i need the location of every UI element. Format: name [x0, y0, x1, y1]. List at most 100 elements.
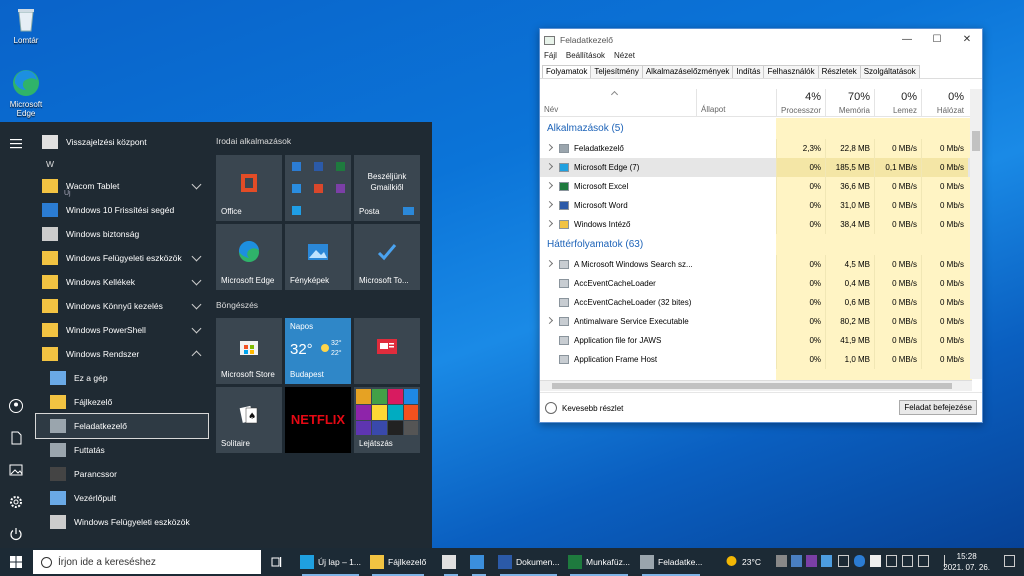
app-list-item[interactable]: Ez a gép — [36, 366, 208, 390]
end-task-button[interactable]: Feladat befejezése — [899, 400, 977, 415]
column-status[interactable]: Állapot — [696, 89, 776, 117]
minimize-button[interactable]: — — [892, 29, 922, 51]
process-row[interactable]: Microsoft Excel 0% 36,6 MB 0 MB/s 0 Mb/s — [540, 177, 972, 196]
process-row[interactable]: Feladatkezelő 2,3% 22,8 MB 0 MB/s 0 Mb/s — [540, 139, 972, 158]
chevron-right-icon[interactable] — [545, 316, 554, 325]
tile-play[interactable]: Lejátszás — [354, 387, 420, 453]
chevron-down-icon[interactable] — [191, 323, 202, 334]
hamburger-icon[interactable] — [8, 136, 24, 152]
documents-icon[interactable] — [8, 430, 24, 446]
user-icon[interactable] — [8, 398, 24, 414]
defender-icon[interactable] — [870, 555, 881, 567]
chevron-right-icon[interactable] — [545, 162, 554, 171]
column-name[interactable]: Név — [544, 105, 558, 114]
app-list-item[interactable]: Windows Rendszer — [36, 342, 208, 366]
app-list-item[interactable]: Windows biztonság — [36, 222, 208, 246]
tray-app-icon[interactable] — [886, 555, 897, 567]
taskbar-app-button[interactable] — [442, 548, 460, 576]
app-list-item[interactable]: Windows 10 Frissítési segéd — [36, 198, 208, 222]
process-row[interactable]: Antimalware Service Executable 0% 80,2 MB 0… — [540, 312, 972, 331]
app-list-item[interactable]: Vezérlőpult — [36, 486, 208, 510]
chevron-down-icon[interactable] — [191, 275, 202, 286]
menu-view[interactable]: Nézet — [614, 51, 635, 65]
tab-performance[interactable]: Teljesítmény — [590, 65, 643, 78]
tray-app-icon[interactable] — [821, 555, 832, 567]
vertical-scrollbar[interactable] — [970, 89, 982, 379]
process-row[interactable]: A Microsoft Windows Search sz... 0% 4,5 MB… — [540, 255, 972, 274]
tile-edge[interactable]: Microsoft Edge — [216, 224, 282, 290]
tab-startup[interactable]: Indítás — [732, 65, 765, 78]
tile-todo[interactable]: Microsoft To... — [354, 224, 420, 290]
start-button[interactable] — [0, 548, 32, 576]
chevron-down-icon[interactable] — [191, 179, 202, 190]
onenote-icon[interactable] — [806, 555, 817, 567]
power-icon[interactable] — [8, 526, 24, 542]
tab-details[interactable]: Részletek — [817, 65, 861, 78]
task-view-button[interactable] — [270, 548, 286, 576]
app-list-item[interactable]: Windows Kellékek — [36, 270, 208, 294]
scroll-thumb[interactable] — [972, 131, 980, 151]
column-network[interactable]: 0% Hálózat — [921, 89, 968, 117]
app-list-item[interactable]: Visszajelzési központ — [36, 130, 208, 154]
chevron-down-icon[interactable] — [191, 299, 202, 310]
app-list-letter[interactable]: W — [36, 154, 208, 174]
menu-file[interactable]: Fájl — [544, 51, 557, 65]
column-cpu[interactable]: 4% Processzor — [776, 89, 825, 117]
gear-icon[interactable] — [8, 494, 24, 510]
network-icon[interactable] — [918, 555, 929, 567]
taskbar-app-button[interactable] — [470, 548, 488, 576]
usb-icon[interactable] — [838, 555, 849, 567]
menu-options[interactable]: Beállítások — [566, 51, 605, 65]
tile-solitaire[interactable]: ♠ Solitaire — [216, 387, 282, 453]
tile-netflix[interactable]: NETFLIX — [285, 387, 351, 453]
app-list-item[interactable]: Fájlkezelő — [36, 390, 208, 414]
pictures-icon[interactable] — [8, 462, 24, 478]
weather-temp[interactable]: 23°C — [742, 548, 761, 576]
taskbar-app-button[interactable]: Dokumen... — [498, 548, 559, 576]
process-row[interactable]: AccEventCacheLoader (32 bites) 0% 0,6 MB 0 … — [540, 293, 972, 312]
taskbar-app-button[interactable]: Feladatke... — [640, 548, 702, 576]
weather-icon[interactable] — [726, 555, 737, 567]
app-list-item[interactable]: Feladatkezelő — [35, 413, 209, 439]
process-row[interactable]: Application file for JAWS 0% 41,9 MB 0 MB/s… — [540, 331, 972, 350]
chevron-right-icon[interactable] — [545, 200, 554, 209]
display-icon[interactable] — [902, 555, 913, 567]
app-list-item[interactable]: Windows Felügyeleti eszközök — [36, 510, 208, 534]
app-list-item[interactable]: Windows Könnyű kezelés — [36, 294, 208, 318]
chevron-right-icon[interactable] — [545, 219, 554, 228]
search-box[interactable]: Írjon ide a kereséshez — [33, 550, 261, 574]
tab-users[interactable]: Felhasználók — [763, 65, 819, 78]
close-button[interactable]: ✕ — [952, 29, 982, 51]
tray-app-icon[interactable] — [776, 555, 787, 567]
tile-store[interactable]: Microsoft Store — [216, 318, 282, 384]
tile-mail[interactable]: Beszéljünk Gmailkiől Posta — [354, 155, 420, 221]
app-list-item[interactable]: Wacom Tablet Új — [36, 174, 208, 198]
taskbar-app-button[interactable]: Munkafüz... — [568, 548, 630, 576]
process-row[interactable]: AccEventCacheLoader 0% 0,4 MB 0 MB/s 0 Mb/s — [540, 274, 972, 293]
process-row[interactable]: Microsoft Edge (7) 0% 185,5 MB 0,1 MB/s 0 Mb… — [540, 158, 972, 177]
tile-office-apps[interactable] — [285, 155, 351, 221]
tray-app-icon[interactable] — [791, 555, 802, 567]
tile-office[interactable]: Office — [216, 155, 282, 221]
bluetooth-icon[interactable] — [854, 555, 865, 567]
tile-weather[interactable]: Napos 32° 32° 22° Budapest — [285, 318, 351, 384]
chevron-right-icon[interactable] — [545, 181, 554, 190]
process-row[interactable]: Application Frame Host 0% 1,0 MB 0 MB/s 0 Mb… — [540, 350, 972, 369]
column-disk[interactable]: 0% Lemez — [874, 89, 921, 117]
taskbar-app-button[interactable]: Új lap – 1... — [300, 548, 361, 576]
clock[interactable]: 15:28 2021. 07. 26. — [943, 551, 990, 573]
process-row[interactable]: Microsoft Word 0% 31,0 MB 0 MB/s 0 Mb/s — [540, 196, 972, 215]
desktop-icon-edge[interactable]: Microsoft Edge — [0, 68, 52, 118]
tab-services[interactable]: Szolgáltatások — [859, 65, 920, 78]
column-memory[interactable]: 70% Memória — [825, 89, 874, 117]
tab-app-history[interactable]: Alkalmazáselőzmények — [641, 65, 734, 78]
fewer-details-button[interactable]: Kevesebb részlet — [545, 402, 623, 414]
chevron-up-icon[interactable] — [191, 350, 202, 361]
app-list-item[interactable]: Parancssor — [36, 462, 208, 486]
app-list-item[interactable]: Futtatás — [36, 438, 208, 462]
chevron-right-icon[interactable] — [545, 259, 554, 268]
tile-photos[interactable]: Fényképek — [285, 224, 351, 290]
maximize-button[interactable]: ☐ — [922, 29, 952, 51]
app-list-item[interactable]: Windows PowerShell — [36, 318, 208, 342]
scroll-thumb[interactable] — [552, 383, 952, 389]
